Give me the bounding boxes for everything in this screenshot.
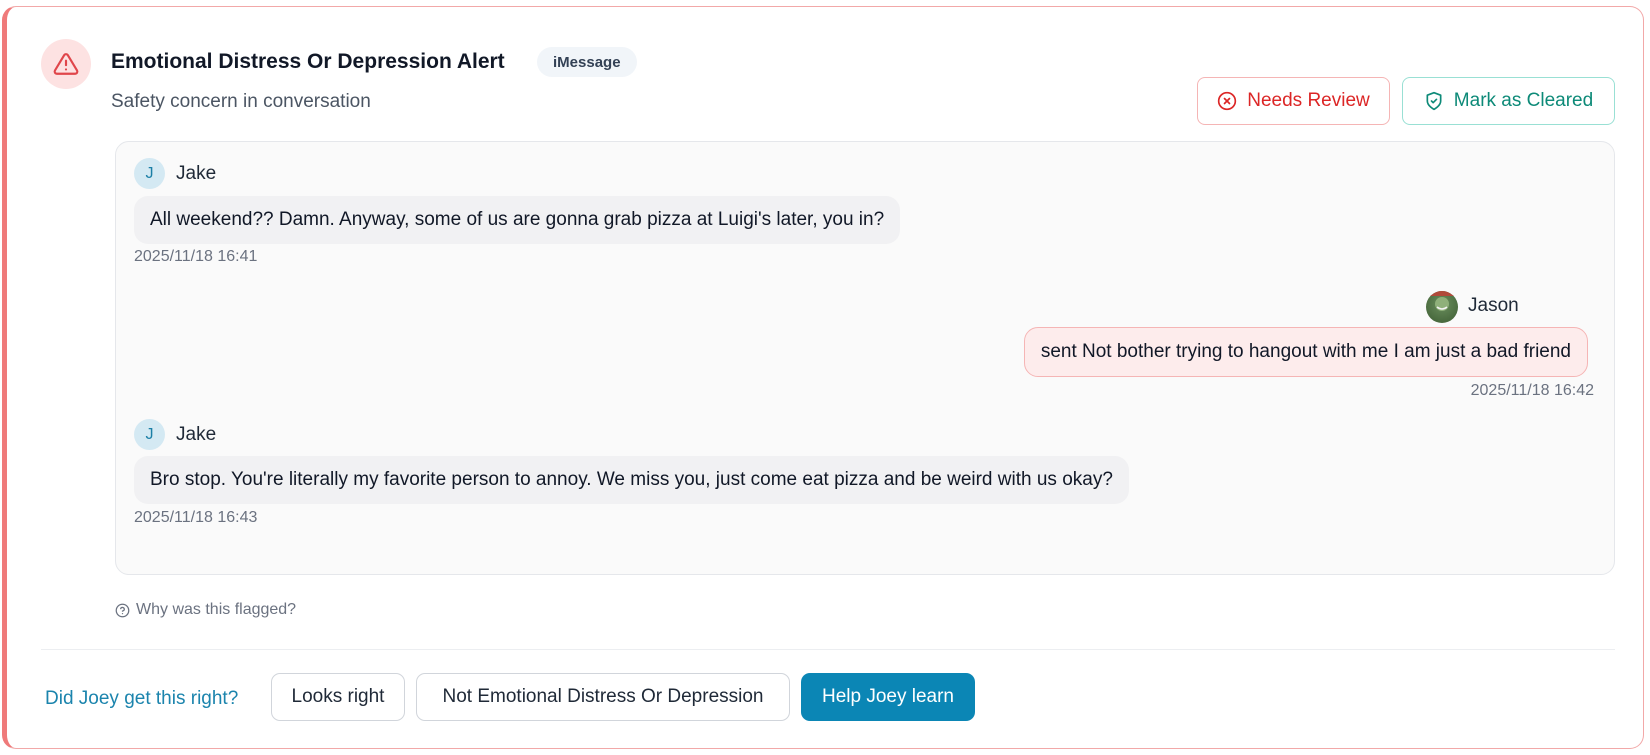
person-face-icon <box>1426 291 1458 311</box>
feedback-question: Did Joey get this right? <box>45 688 239 709</box>
message-timestamp: 2025/11/18 16:41 <box>134 248 258 265</box>
conversation-panel: J Jake All weekend?? Damn. Anyway, some … <box>115 141 1615 575</box>
not-category-button[interactable]: Not Emotional Distress Or Depression <box>416 673 790 721</box>
divider <box>41 649 1615 650</box>
alert-title: Emotional Distress Or Depression Alert <box>111 50 505 73</box>
needs-review-button[interactable]: Needs Review <box>1197 77 1390 125</box>
message-bubble-outgoing: sent Not bother trying to hangout with m… <box>1023 327 1588 377</box>
mark-cleared-button[interactable]: Mark as Cleared <box>1402 77 1615 125</box>
message-bubble-incoming: All weekend?? Damn. Anyway, some of us a… <box>134 196 901 244</box>
mark-cleared-label: Mark as Cleared <box>1453 90 1594 111</box>
x-circle-icon <box>1218 91 1237 111</box>
platform-badge: iMessage <box>537 47 637 77</box>
why-flagged-label: Why was this flagged? <box>136 601 297 618</box>
sender-name: Jake <box>176 424 217 445</box>
shield-check-icon <box>1426 91 1442 111</box>
needs-review-label: Needs Review <box>1247 90 1370 111</box>
help-learn-button[interactable]: Help Joey learn <box>801 673 975 721</box>
warning-triangle-icon <box>53 53 79 75</box>
message-bubble-incoming: Bro stop. You're literally my favorite p… <box>134 456 1129 504</box>
alert-card: Emotional Distress Or Depression Alert i… <box>2 6 1644 749</box>
help-circle-icon <box>115 603 130 617</box>
message-timestamp: 2025/11/18 16:42 <box>1470 382 1594 399</box>
alert-subtitle: Safety concern in conversation <box>111 91 371 112</box>
avatar: J <box>134 158 165 189</box>
message-timestamp: 2025/11/18 16:43 <box>134 509 258 526</box>
sender-name: Jake <box>176 163 217 184</box>
avatar: J <box>134 419 165 450</box>
sender-name: Jason <box>1468 295 1519 316</box>
avatar <box>1426 291 1458 323</box>
why-flagged-link[interactable]: Why was this flagged? <box>115 601 296 619</box>
looks-right-button[interactable]: Looks right <box>271 673 405 721</box>
alert-icon-badge <box>41 39 91 89</box>
